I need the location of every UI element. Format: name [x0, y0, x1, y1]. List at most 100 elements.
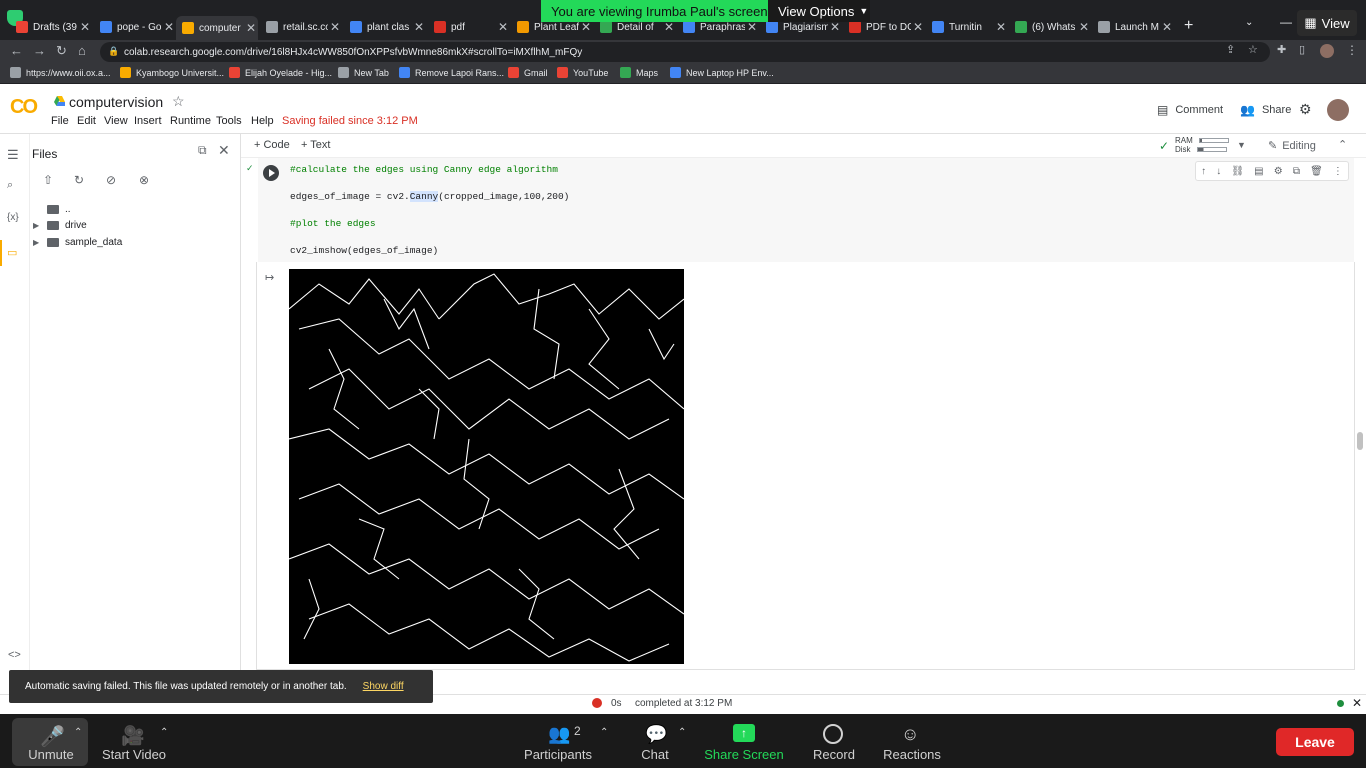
tab-close-icon[interactable]: ✕ [828, 20, 842, 34]
settings-gear-icon[interactable]: ⚙ [1299, 101, 1312, 118]
view-options-button[interactable]: View Options ▼ [768, 0, 870, 22]
leave-button[interactable]: Leave [1276, 728, 1354, 756]
share-screen-label[interactable]: Share Screen [702, 747, 786, 762]
bookmark-item[interactable]: New Tab [338, 67, 389, 78]
cell-settings-icon[interactable]: ⚙ [1274, 166, 1283, 177]
bookmark-item[interactable]: Elijah Oyelade - Hig... [229, 67, 332, 78]
menu-item[interactable]: Edit [77, 115, 96, 127]
tab-close-icon[interactable]: ✕ [162, 20, 176, 34]
tab-close-icon[interactable]: ✕ [1077, 20, 1091, 34]
editing-mode[interactable]: ✎ Editing [1268, 139, 1316, 152]
link-icon[interactable]: ⛓ [1231, 166, 1244, 177]
resource-meter[interactable]: RAM Disk [1159, 136, 1229, 154]
tree-item-sample-data[interactable]: ▶ sample_data [33, 237, 122, 248]
open-in-tab-icon[interactable]: ⧉ [198, 143, 207, 158]
notebook-title[interactable]: computervision [69, 94, 163, 110]
address-bar[interactable]: 🔒 colab.research.google.com/drive/16l8HJ… [100, 42, 1270, 62]
mirror-cell-icon[interactable]: ⧉ [1293, 166, 1300, 177]
chevron-up-icon[interactable]: ⌃ [160, 727, 168, 738]
tree-item-drive[interactable]: ▶ drive [33, 220, 87, 231]
vertical-scrollbar[interactable] [1357, 432, 1363, 450]
menu-item[interactable]: Help [251, 115, 274, 127]
browser-tab[interactable]: retail.sc.co ✕ [260, 16, 342, 38]
minimize-icon[interactable]: — [1280, 15, 1292, 29]
comment-button[interactable]: ▤ Comment [1157, 103, 1223, 117]
tab-close-icon[interactable]: ✕ [745, 20, 759, 34]
forward-icon[interactable]: → [33, 43, 46, 58]
code-snippets-icon[interactable]: <> [8, 649, 21, 661]
browser-tab[interactable]: Turnitin ✕ [926, 16, 1008, 38]
colab-logo[interactable]: CO [10, 96, 38, 119]
show-diff-link[interactable]: Show diff [363, 681, 404, 692]
extensions-icon[interactable]: ✚ [1277, 43, 1286, 56]
unmute-label[interactable]: Unmute [26, 747, 76, 762]
reload-icon[interactable]: ↻ [56, 43, 67, 59]
participants-label[interactable]: Participants [520, 747, 596, 762]
browser-tab[interactable]: computer ✕ [176, 16, 258, 40]
browser-menu-icon[interactable]: ⋮ [1346, 43, 1358, 57]
reactions-icon[interactable]: ☺ [901, 724, 919, 745]
share-page-icon[interactable]: ⇪ [1226, 43, 1235, 56]
browser-tab[interactable]: plant clas ✕ [344, 16, 426, 38]
tab-close-icon[interactable]: ✕ [579, 20, 593, 34]
bookmark-star-icon[interactable]: ☆ [1248, 43, 1258, 56]
bookmark-item[interactable]: New Laptop HP Env... [670, 67, 774, 78]
user-avatar[interactable] [1327, 99, 1349, 121]
collapse-header-icon[interactable]: ⌃ [1338, 138, 1347, 151]
tab-close-icon[interactable]: ✕ [244, 21, 258, 35]
star-icon[interactable]: ☆ [172, 93, 185, 110]
tab-close-icon[interactable]: ✕ [496, 20, 510, 34]
tab-close-icon[interactable]: ✕ [911, 20, 925, 34]
close-icon[interactable]: ✕ [218, 142, 230, 159]
files-folder-icon[interactable]: ▭ [7, 246, 17, 259]
chevron-up-icon[interactable]: ⌃ [74, 727, 82, 738]
bookmark-item[interactable]: Gmail [508, 67, 548, 78]
new-tab-button[interactable]: + [1184, 17, 1193, 35]
tab-close-icon[interactable]: ✕ [78, 20, 92, 34]
run-cell-button[interactable] [263, 165, 279, 181]
menu-item[interactable]: File [51, 115, 69, 127]
runtime-dropdown-icon[interactable]: ▼ [1237, 140, 1246, 150]
browser-tab[interactable]: pope - Go ✕ [94, 16, 176, 38]
record-label[interactable]: Record [810, 747, 858, 762]
upload-icon[interactable]: ⇧ [43, 173, 53, 187]
add-text-button[interactable]: + Text [301, 139, 330, 151]
output-actions-icon[interactable]: ↦ [265, 271, 274, 284]
table-of-contents-icon[interactable]: ☰ [7, 147, 19, 163]
share-button[interactable]: 👥 Share [1240, 103, 1291, 117]
home-icon[interactable]: ⌂ [78, 43, 86, 58]
tab-close-icon[interactable]: ✕ [328, 20, 342, 34]
bookmark-item[interactable]: Kyambogo Universit... [120, 67, 224, 78]
tab-search-icon[interactable]: ⌄ [1245, 17, 1253, 28]
bookmark-item[interactable]: https://www.oii.ox.a... [10, 67, 111, 78]
menu-item[interactable]: Insert [134, 115, 162, 127]
video-off-icon[interactable]: 🎥 [121, 724, 145, 748]
sidepanel-icon[interactable]: ▯ [1299, 43, 1305, 56]
participants-icon[interactable]: 👥 [548, 724, 570, 745]
start-video-label[interactable]: Start Video [97, 747, 171, 762]
chevron-up-icon[interactable]: ⌃ [678, 727, 686, 738]
tab-close-icon[interactable]: ✕ [412, 20, 426, 34]
variables-icon[interactable]: {x} [7, 212, 19, 223]
bookmark-item[interactable]: Maps [620, 67, 658, 78]
microphone-muted-icon[interactable]: 🎤 [40, 724, 65, 749]
close-icon[interactable]: ✕ [1352, 696, 1362, 710]
comment-cell-icon[interactable]: ▤ [1254, 166, 1263, 177]
tree-parent[interactable]: .. [47, 204, 71, 215]
browser-tab[interactable]: (6) Whats ✕ [1009, 16, 1091, 38]
browser-tab[interactable]: Launch M ✕ [1092, 16, 1174, 38]
move-up-icon[interactable]: ↑ [1201, 166, 1206, 177]
move-down-icon[interactable]: ↓ [1216, 166, 1221, 177]
profile-avatar[interactable] [1320, 44, 1334, 58]
search-icon[interactable]: ⌕ [7, 179, 13, 192]
back-icon[interactable]: ← [10, 43, 23, 58]
browser-tab[interactable]: pdf ✕ [428, 16, 510, 38]
delete-icon[interactable]: 🗑 [1310, 166, 1323, 177]
menu-item[interactable]: View [104, 115, 128, 127]
reactions-label[interactable]: Reactions [880, 747, 944, 762]
unmount-drive-icon[interactable]: ⊘ [106, 173, 116, 187]
tab-close-icon[interactable]: ✕ [994, 20, 1008, 34]
chevron-up-icon[interactable]: ⌃ [600, 727, 608, 738]
browser-tab[interactable]: Drafts (39 ✕ [10, 16, 92, 38]
share-screen-icon[interactable]: ↑ [733, 724, 755, 742]
